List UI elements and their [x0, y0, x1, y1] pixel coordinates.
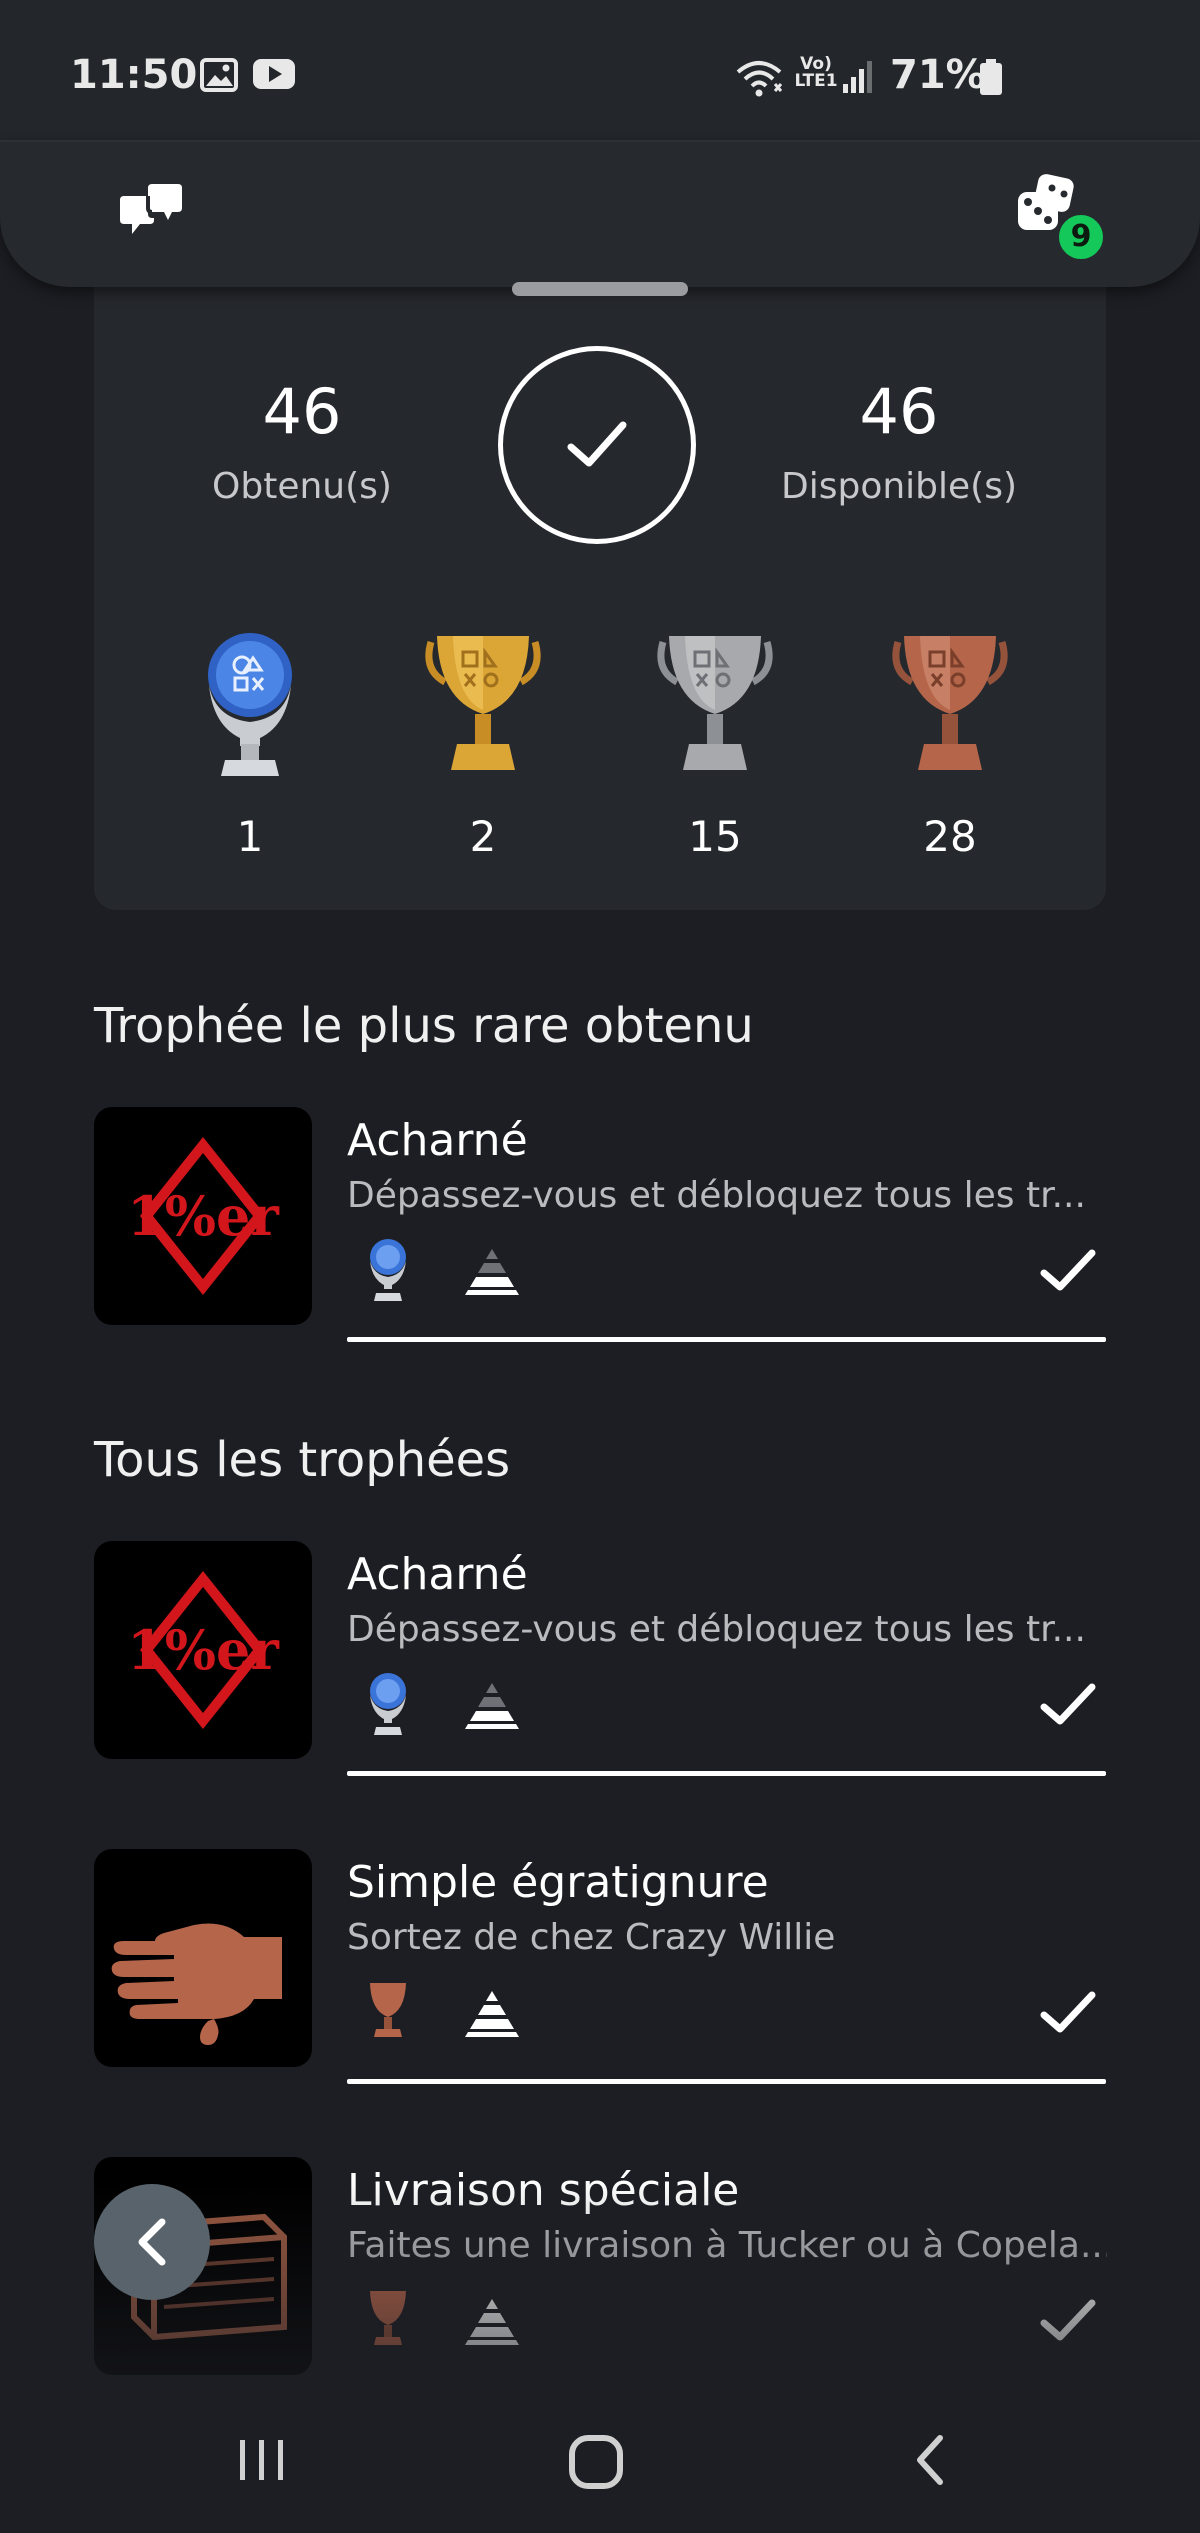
trophy-name: Acharné [347, 1549, 528, 1600]
available-count: 46 [859, 375, 939, 448]
trophy-list-item[interactable]: 1%er Acharné Dépassez-vous et débloquez … [94, 1541, 1106, 1781]
platinum-trophy-icon [370, 1239, 406, 1301]
earned-label: Obtenu(s) [212, 466, 392, 507]
emblem-text: 1%er [127, 1184, 279, 1248]
earned-check-icon [1040, 1249, 1096, 1291]
earned-count: 46 [262, 375, 342, 448]
gold-count: 2 [469, 812, 497, 861]
bronze-trophy-icon [892, 636, 1008, 770]
trophy-thumbnail: 1%er [94, 1541, 312, 1759]
trophy-list-item[interactable]: Simple égratignure Sortez de chez Crazy … [94, 1849, 1106, 2089]
gallery-icon [200, 58, 238, 92]
trophy-thumbnail: 1%er [94, 1107, 312, 1325]
trophy-description: Dépassez-vous et débloquez tous les tr..… [347, 1609, 1086, 1650]
status-bar: 11:50 Vo) LTE1 71% [0, 0, 1200, 140]
bronze-trophy-icon [370, 2291, 406, 2345]
game-library-button[interactable]: 9 [1016, 174, 1106, 262]
status-time: 11:50 [70, 52, 198, 98]
top-app-bar: 9 [0, 140, 1200, 287]
notification-badge: 9 [1056, 212, 1106, 262]
youtube-icon [253, 59, 295, 89]
chevron-left-icon [138, 2218, 166, 2266]
silver-trophy [640, 630, 790, 784]
earned-check-icon [1040, 1683, 1096, 1725]
platinum-trophy [175, 630, 325, 784]
bronze-trophy-icon [370, 1983, 406, 2037]
all-trophies-title: Tous les trophées [94, 1432, 511, 1488]
diamond-emblem-icon: 1%er [127, 1571, 279, 1729]
rarity-pyramid-icon [465, 1683, 519, 1729]
battery-percent: 71% [890, 52, 986, 98]
recent-apps-icon[interactable] [232, 2430, 292, 2490]
system-back-icon[interactable] [906, 2430, 956, 2490]
trophy-list-item[interactable]: 1%er Acharné Dépassez-vous et débloquez … [94, 1107, 1106, 1347]
system-navigation-bar [0, 2400, 1200, 2533]
diamond-emblem-icon: 1%er [127, 1137, 279, 1295]
progress-bar [347, 2079, 1106, 2084]
trophy-summary-card [94, 230, 1106, 910]
emblem-text: 1%er [127, 1618, 279, 1682]
gold-trophy-icon [425, 636, 541, 770]
signal-icon [843, 61, 872, 93]
bronze-count: 28 [923, 812, 977, 861]
available-label: Disponible(s) [780, 466, 1018, 507]
back-button[interactable] [94, 2184, 210, 2300]
trophy-thumbnail [94, 1849, 312, 2067]
rarest-section-title: Trophée le plus rare obtenu [94, 998, 754, 1054]
trophy-description: Dépassez-vous et débloquez tous les tr..… [347, 1175, 1086, 1216]
platinum-trophy-icon [370, 1673, 406, 1735]
rarity-pyramid-icon [465, 2299, 519, 2345]
trophy-name: Livraison spéciale [347, 2165, 740, 2216]
earned-check-icon [1040, 1991, 1096, 2033]
silver-trophy-icon [657, 636, 773, 770]
silver-count: 15 [688, 812, 742, 861]
completion-circle [498, 346, 696, 544]
bronze-trophy [875, 630, 1025, 784]
gold-trophy [408, 630, 558, 784]
earned-check-icon [1040, 2299, 1096, 2341]
trophy-name: Acharné [347, 1115, 528, 1166]
battery-icon [980, 59, 1002, 95]
trophy-description: Sortez de chez Crazy Willie [347, 1917, 836, 1958]
rarity-pyramid-icon [465, 1991, 519, 2037]
platinum-count: 1 [236, 812, 264, 861]
trophy-description: Faites une livraison à Tucker ou à Copel… [347, 2225, 1107, 2266]
rarity-pyramid-icon [465, 1249, 519, 1295]
network-label: Vo) LTE1 [794, 54, 838, 91]
wifi-icon [736, 61, 783, 97]
progress-bar [347, 1771, 1106, 1776]
home-icon[interactable] [566, 2430, 630, 2494]
trophy-name: Simple égratignure [347, 1857, 769, 1908]
trophy-list-item[interactable]: Livraison spéciale Faites une livraison … [94, 2157, 1107, 2397]
platinum-trophy-icon [208, 633, 292, 776]
sheet-drag-handle[interactable] [512, 282, 688, 296]
check-icon [567, 421, 627, 467]
bleeding-hand-icon [111, 1923, 282, 2045]
chat-icon[interactable] [118, 180, 184, 236]
progress-bar [347, 1337, 1106, 1342]
